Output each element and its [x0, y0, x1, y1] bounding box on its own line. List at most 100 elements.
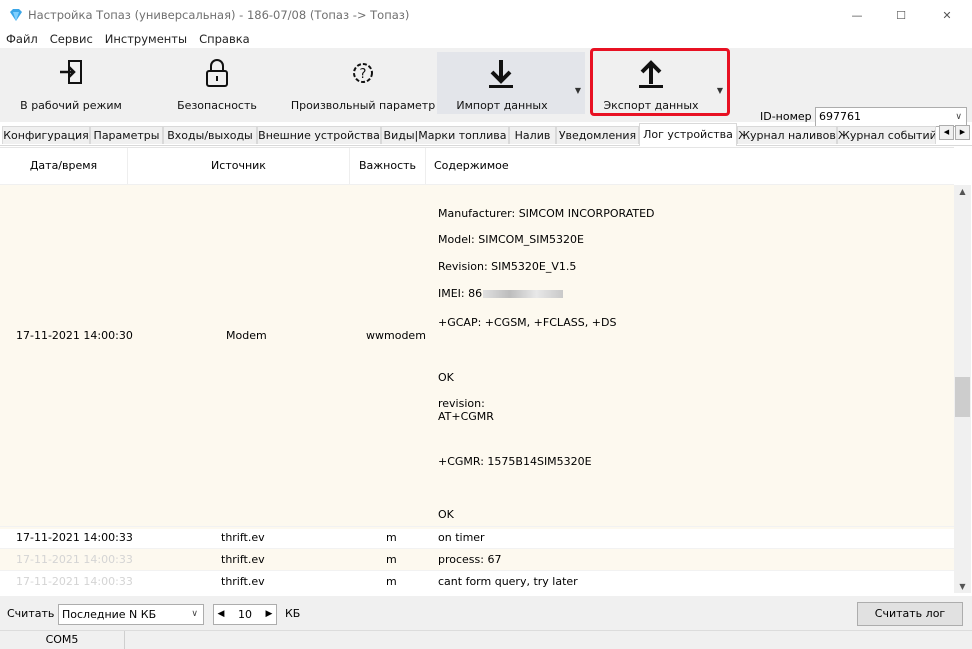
- tab-filling-journal[interactable]: Журнал наливов: [737, 126, 837, 144]
- log-grid: Дата/время Источник Важность Содержимое …: [0, 147, 954, 594]
- row-severity: wwmodem: [366, 329, 426, 342]
- tab-scroll-left-icon[interactable]: ◀: [939, 125, 954, 140]
- export-label: Экспорт данных: [603, 99, 699, 112]
- import-button[interactable]: Импорт данных ▼: [437, 52, 585, 114]
- bottom-bar: Считать Последние N КБ ∨ ◀ 10 ▶ КБ Счита…: [0, 596, 972, 630]
- table-row[interactable]: 17-11-2021 14:00:33 thrift.ev m on timer: [0, 526, 954, 548]
- minimize-icon: —: [851, 8, 863, 22]
- minimize-button[interactable]: —: [834, 0, 880, 30]
- table-row[interactable]: 17-11-2021 14:00:33 thrift.ev m process:…: [0, 548, 954, 570]
- menu-file[interactable]: Файл: [0, 30, 44, 48]
- read-log-button[interactable]: Считать лог: [857, 602, 963, 626]
- import-dropdown-icon[interactable]: ▼: [575, 86, 581, 95]
- row-source: thrift.ev: [221, 531, 265, 544]
- vertical-scrollbar[interactable]: ▲ ▼: [954, 185, 971, 593]
- work-mode-button[interactable]: В рабочий режим: [16, 52, 126, 114]
- custom-param-button[interactable]: ? Произвольный параметр: [290, 52, 436, 114]
- row-severity: m: [386, 531, 397, 544]
- row-datetime: 17-11-2021 14:00:33: [16, 575, 133, 588]
- row-datetime: 17-11-2021 14:00:33: [16, 531, 133, 544]
- content-line: revision:: [438, 397, 485, 410]
- id-value: 697761: [819, 110, 861, 123]
- scroll-down-icon[interactable]: ▼: [954, 582, 971, 591]
- row-content: process: 67: [438, 553, 502, 566]
- download-arrow-icon: [489, 60, 513, 88]
- row-severity: m: [386, 575, 397, 588]
- row-content: cant form query, try later: [438, 575, 578, 588]
- read-mode-select[interactable]: Последние N КБ ∨: [58, 604, 204, 625]
- upload-arrow-icon: [639, 60, 663, 88]
- export-button[interactable]: Экспорт данных ▼: [593, 52, 727, 114]
- row-source: thrift.ev: [221, 575, 265, 588]
- menu-help[interactable]: Справка: [193, 30, 256, 48]
- custom-param-label: Произвольный параметр: [290, 99, 436, 112]
- content-line: OK: [438, 371, 454, 384]
- decrease-icon[interactable]: ◀: [214, 605, 228, 624]
- content-line: Manufacturer: SIMCOM INCORPORATED: [438, 207, 655, 220]
- tab-filling[interactable]: Налив: [509, 126, 556, 144]
- grid-header: Дата/время Источник Важность Содержимое: [0, 148, 954, 185]
- header-content[interactable]: Содержимое: [426, 148, 954, 184]
- toolbar: В рабочий режим Безопасность ? Произволь…: [0, 48, 972, 127]
- maximize-button[interactable]: ☐: [878, 0, 924, 30]
- row-source: thrift.ev: [221, 553, 265, 566]
- row-datetime: 17-11-2021 14:00:33: [16, 553, 133, 566]
- work-mode-label: В рабочий режим: [20, 99, 122, 112]
- settings-question-icon: ?: [353, 63, 373, 83]
- svg-text:?: ?: [360, 67, 367, 82]
- table-row[interactable]: 17-11-2021 14:00:30 Modem wwmodem Manufa…: [0, 185, 954, 529]
- content-line: Revision: SIM5320E_V1.5: [438, 260, 577, 273]
- amount-value[interactable]: 10: [228, 605, 262, 624]
- row-content: on timer: [438, 531, 485, 544]
- menu-bar: Файл Сервис Инструменты Справка: [0, 30, 972, 48]
- content-line: IMEI: 86: [438, 287, 564, 300]
- tab-parameters[interactable]: Параметры: [90, 126, 163, 144]
- tab-scroll-right-icon[interactable]: ▶: [955, 125, 970, 140]
- header-severity[interactable]: Важность: [350, 148, 426, 184]
- tab-io[interactable]: Входы/выходы: [163, 126, 257, 144]
- imei-text: IMEI: 86: [438, 287, 483, 300]
- header-source[interactable]: Источник: [128, 148, 350, 184]
- menu-tools[interactable]: Инструменты: [99, 30, 193, 48]
- close-button[interactable]: ✕: [924, 0, 970, 30]
- unit-label: КБ: [285, 607, 301, 620]
- tab-fuel-types[interactable]: Виды|Марки топлива: [381, 126, 509, 144]
- security-button[interactable]: Безопасность: [170, 52, 264, 114]
- content-line: Model: SIMCOM_SIM5320E: [438, 233, 584, 246]
- content-line: AT+CGMR: [438, 410, 494, 423]
- status-bar: COM5: [0, 630, 972, 649]
- port-status: COM5: [0, 631, 125, 649]
- scroll-thumb[interactable]: [955, 377, 970, 417]
- tab-notifications[interactable]: Уведомления: [556, 126, 639, 144]
- tab-event-journal[interactable]: Журнал событий: [837, 126, 936, 144]
- window-title: Настройка Топаз (универсальная) - 186-07…: [28, 8, 410, 22]
- import-label: Импорт данных: [456, 99, 548, 112]
- scroll-up-icon[interactable]: ▲: [954, 187, 971, 196]
- read-label: Считать: [7, 607, 55, 620]
- enter-icon: [60, 60, 82, 84]
- row-source: Modem: [226, 329, 267, 342]
- lock-icon: [206, 59, 228, 87]
- tab-device-log[interactable]: Лог устройства: [639, 123, 737, 146]
- tab-bar: Конфигурация Параметры Входы/выходы Внеш…: [0, 123, 972, 146]
- chevron-down-icon: ∨: [191, 609, 198, 619]
- increase-icon[interactable]: ▶: [262, 605, 276, 624]
- redacted-imei: [483, 290, 564, 298]
- menu-service[interactable]: Сервис: [44, 30, 99, 48]
- security-label: Безопасность: [177, 99, 257, 112]
- export-dropdown-icon[interactable]: ▼: [717, 86, 723, 95]
- id-label: ID-номер: [760, 110, 812, 123]
- read-mode-value: Последние N КБ: [62, 608, 157, 621]
- tab-external-devices[interactable]: Внешние устройства: [257, 126, 381, 144]
- title-bar: Настройка Топаз (универсальная) - 186-07…: [0, 0, 972, 30]
- table-row[interactable]: 17-11-2021 14:00:33 thrift.ev m cant for…: [0, 570, 954, 592]
- amount-spinner[interactable]: ◀ 10 ▶: [213, 604, 277, 625]
- content-line: +GCAP: +CGSM, +FCLASS, +DS: [438, 316, 617, 329]
- row-severity: m: [386, 553, 397, 566]
- close-icon: ✕: [942, 8, 952, 22]
- app-logo-icon: [10, 9, 22, 21]
- content-line: OK: [438, 508, 454, 521]
- tab-configuration[interactable]: Конфигурация: [2, 126, 90, 144]
- header-datetime[interactable]: Дата/время: [0, 148, 128, 184]
- content-line: +CGMR: 1575B14SIM5320E: [438, 455, 592, 468]
